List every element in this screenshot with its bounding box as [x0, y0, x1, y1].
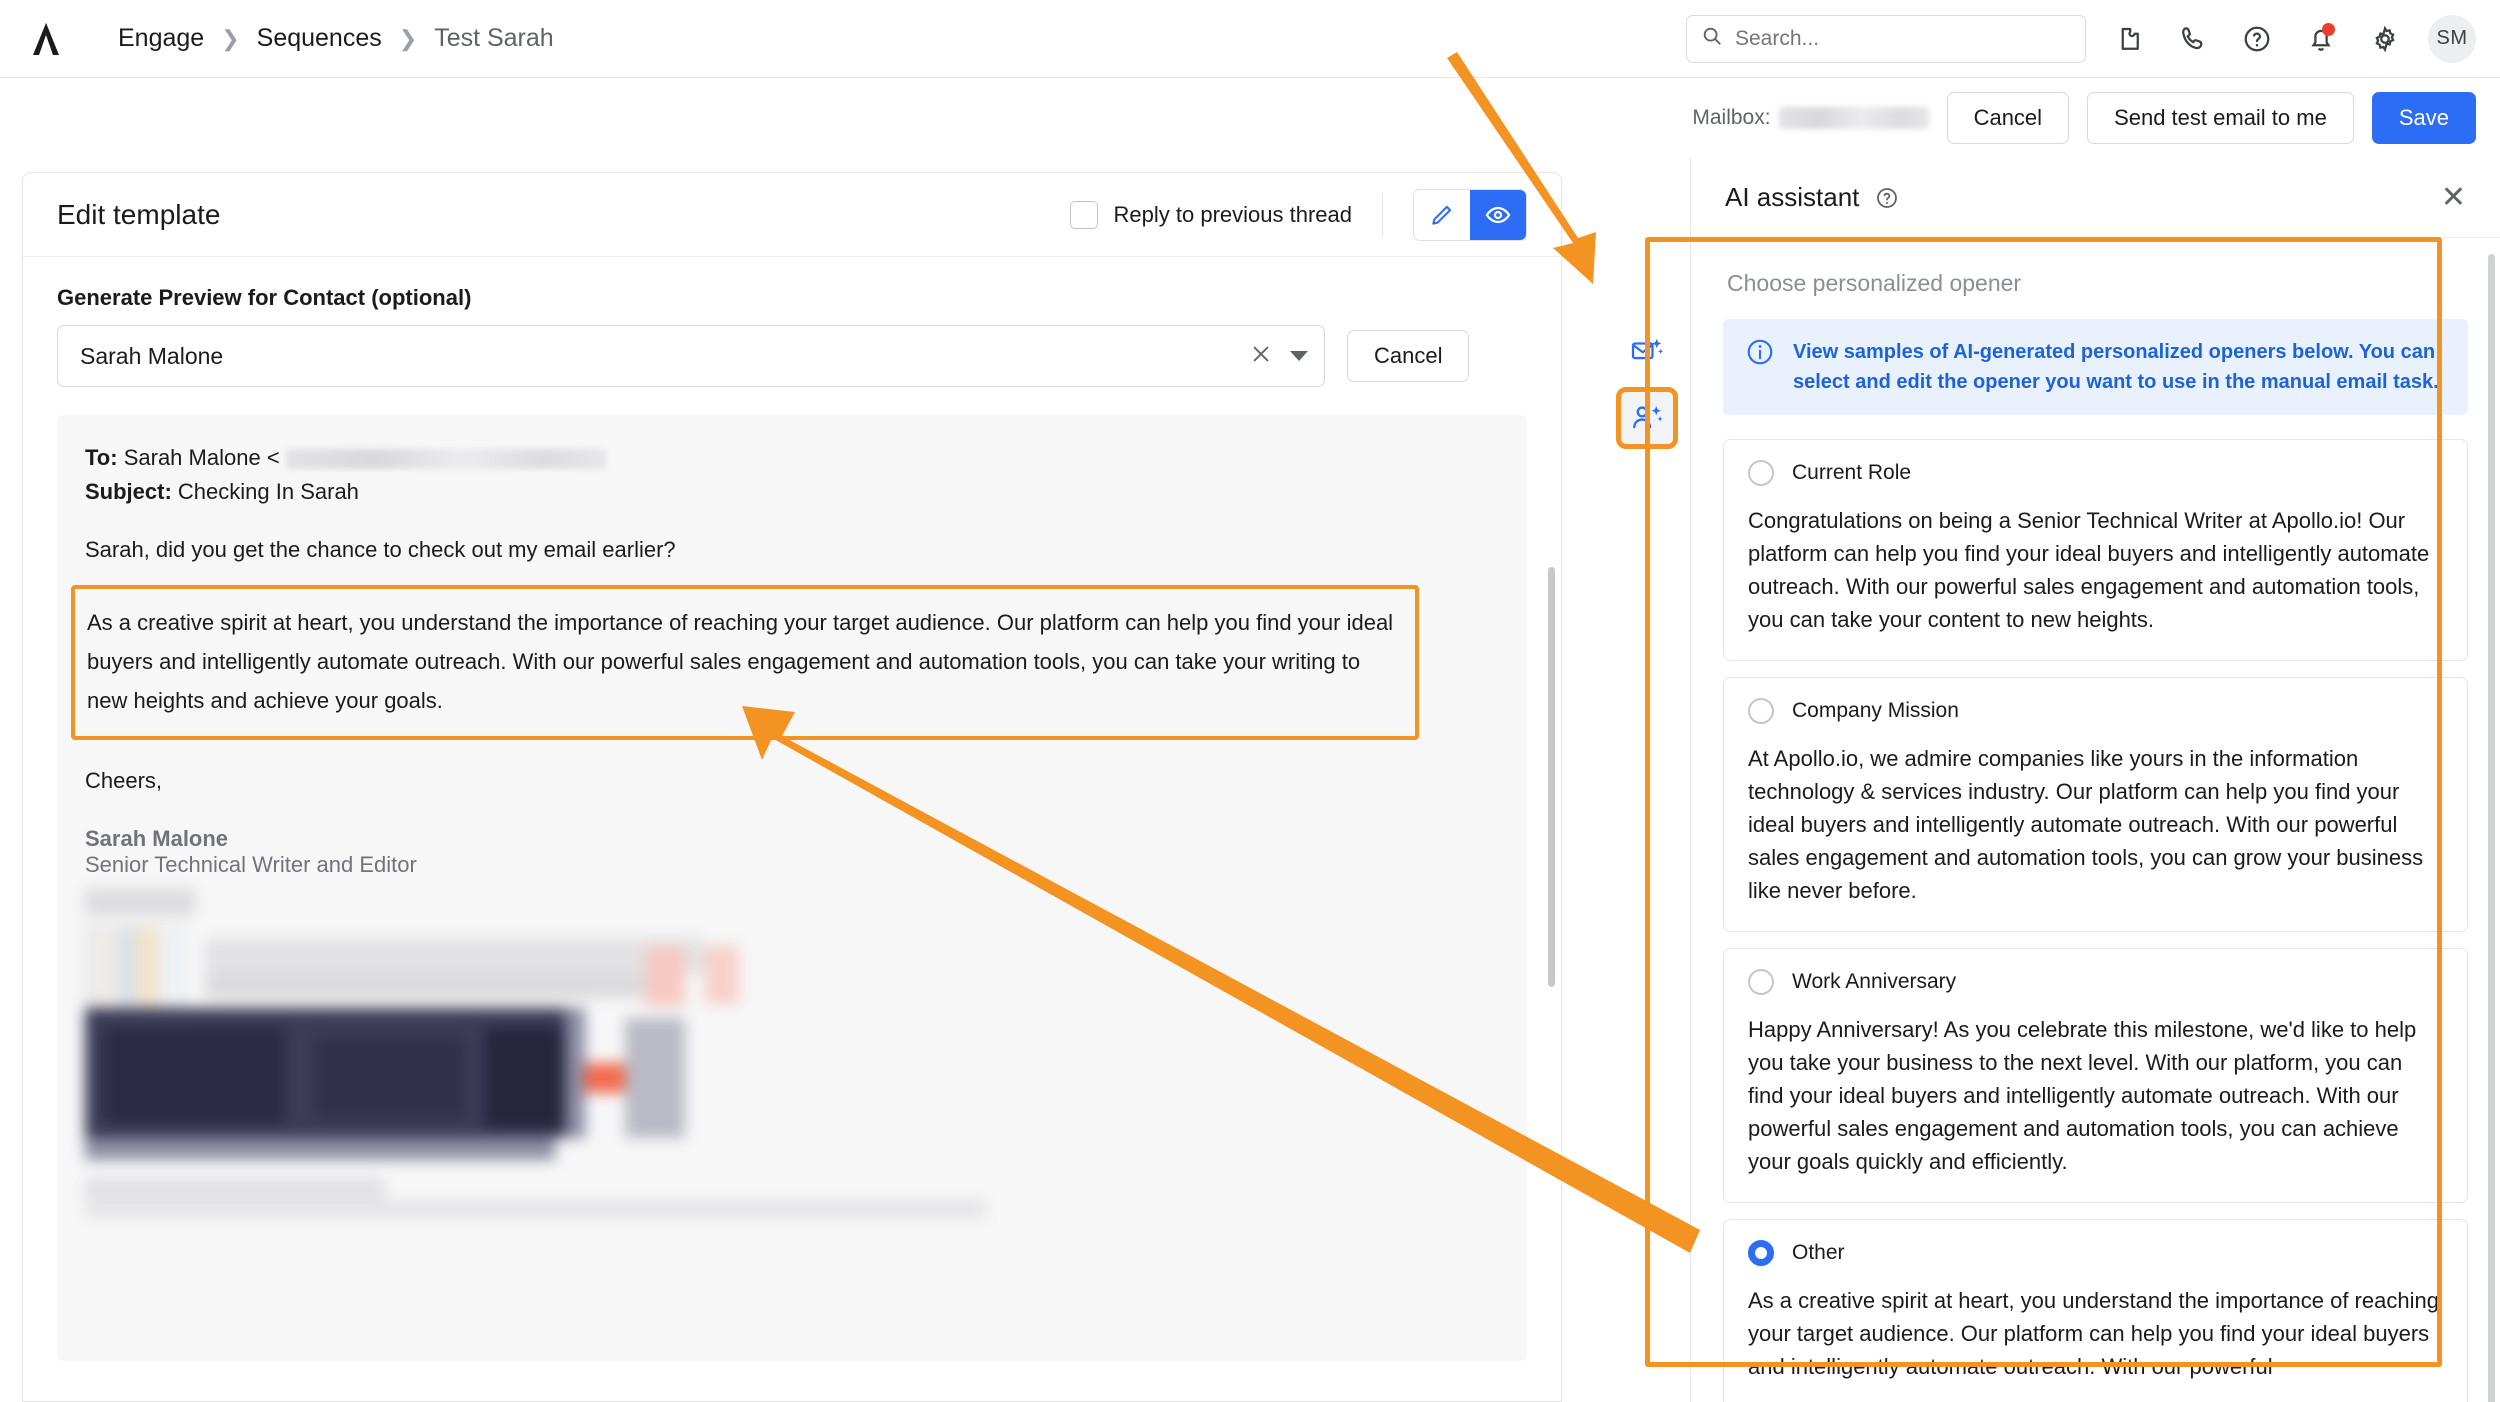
ai-assistant-title: AI assistant	[1725, 182, 1860, 212]
opener-option-header: Other	[1748, 1240, 2443, 1266]
ai-assistant-header: AI assistant ✕	[1691, 158, 2500, 238]
opener-option-radio[interactable]	[1748, 969, 1774, 995]
ai-panel-scrollbar[interactable]	[2488, 254, 2495, 1402]
save-button[interactable]: Save	[2371, 92, 2476, 144]
person-sparkle-icon[interactable]	[1616, 387, 1678, 449]
top-bar-actions: SM	[1686, 14, 2500, 63]
opener-option-card-selected[interactable]: Other As a creative spirit at heart, you…	[1723, 1219, 2468, 1402]
reply-to-previous-thread-checkbox[interactable]	[1069, 200, 1098, 229]
opener-option-label: Current Role	[1792, 461, 1912, 484]
editor-mode-toggle	[1413, 188, 1527, 241]
contact-row: Sarah Malone Cancel	[57, 325, 1527, 387]
opener-option-text: Happy Anniversary! As you celebrate this…	[1748, 1017, 2417, 1174]
mailbox-indicator: Mailbox:	[1692, 106, 1929, 130]
breadcrumb-item-engage[interactable]: Engage	[118, 24, 204, 53]
preview-to-label: To:	[85, 445, 118, 470]
mailbox-value-redacted	[1778, 107, 1929, 129]
puzzle-extension-icon[interactable]	[2108, 18, 2150, 60]
search-icon	[1701, 25, 1723, 52]
opener-option-header: Company Mission	[1748, 698, 2443, 724]
ai-assistant-body: Choose personalized opener View samples …	[1691, 238, 2500, 1402]
opener-option-label: Company Mission	[1792, 699, 1959, 722]
ai-panel-subtitle: Choose personalized opener	[1727, 270, 2022, 296]
opener-option-label: Work Anniversary	[1792, 970, 1957, 993]
page-title: Edit template	[57, 198, 221, 230]
help-circle-icon[interactable]	[1875, 186, 1899, 210]
contact-cancel-button[interactable]: Cancel	[1347, 330, 1470, 382]
editor-header-actions: Reply to previous thread	[1069, 188, 1527, 241]
preview-signature-name: Sarah Malone	[85, 826, 229, 851]
reply-to-previous-thread-label: Reply to previous thread	[1113, 201, 1352, 227]
preview-subject-line: Subject: Checking In Sarah	[85, 475, 1499, 509]
page-content: Edit template Reply to previous thread G…	[0, 158, 2500, 1402]
ai-assistant-panel: AI assistant ✕ Choose personalized opene…	[1690, 158, 2500, 1402]
breadcrumb-item-current: Test Sarah	[434, 24, 554, 52]
breadcrumb: Engage ❯ Sequences ❯ Test Sarah	[118, 24, 554, 53]
opener-option-card[interactable]: Work Anniversary Happy Anniversary! As y…	[1723, 948, 2468, 1203]
redacted-email	[285, 449, 606, 470]
chevron-down-icon[interactable]	[1290, 351, 1308, 361]
bell-notification-icon[interactable]	[2300, 18, 2342, 60]
contact-select-value: Sarah Malone	[80, 342, 224, 369]
close-x-icon[interactable]	[1250, 343, 1272, 370]
opener-option-radio[interactable]	[1748, 698, 1774, 724]
avatar[interactable]: SM	[2428, 14, 2476, 63]
close-icon[interactable]: ✕	[2441, 182, 2466, 213]
opener-option-card[interactable]: Company Mission At Apollo.io, we admire …	[1723, 677, 2468, 932]
preview-opener-text: As a creative spirit at heart, you under…	[87, 610, 1394, 713]
breadcrumb-separator-icon: ❯	[221, 25, 240, 51]
send-test-email-button[interactable]: Send test email to me	[2087, 92, 2354, 144]
edit-template-header: Edit template Reply to previous thread	[23, 173, 1561, 257]
top-navigation-bar: Engage ❯ Sequences ❯ Test Sarah Search..…	[0, 0, 2500, 78]
edit-template-body: Generate Preview for Contact (optional) …	[23, 257, 1561, 1401]
mailbox-label: Mailbox:	[1692, 106, 1771, 129]
editor-region: Edit template Reply to previous thread G…	[0, 158, 1604, 1402]
gear-icon[interactable]	[2364, 18, 2406, 60]
contact-select[interactable]: Sarah Malone	[57, 325, 1325, 387]
breadcrumb-separator-icon: ❯	[398, 25, 418, 51]
opener-option-card[interactable]: Current Role Congratulations on being a …	[1723, 439, 2468, 661]
email-sparkle-icon[interactable]	[1621, 326, 1673, 378]
opener-option-header: Work Anniversary	[1748, 969, 2443, 995]
opener-option-radio[interactable]	[1748, 460, 1774, 486]
opener-option-text: As a creative spirit at heart, you under…	[1748, 1288, 2439, 1379]
preview-signature-role: Senior Technical Writer and Editor	[85, 852, 417, 877]
opener-option-radio-selected[interactable]	[1748, 1240, 1774, 1266]
opener-option-header: Current Role	[1748, 460, 2443, 486]
preview-signoff: Cheers,	[85, 768, 163, 793]
edit-template-card: Edit template Reply to previous thread G…	[22, 172, 1562, 1402]
preview-to-line: To: Sarah Malone <	[85, 441, 1499, 475]
breadcrumb-item-sequences[interactable]: Sequences	[257, 24, 382, 53]
preview-to-name: Sarah Malone	[123, 445, 261, 470]
editor-scrollbar[interactable]	[1548, 567, 1555, 987]
ai-tool-rail	[1604, 158, 1690, 1402]
cancel-button[interactable]: Cancel	[1946, 92, 2070, 144]
preview-to-email-redacted: <	[266, 445, 280, 470]
preview-subject-value: Checking In Sarah	[177, 479, 359, 504]
help-circle-icon[interactable]	[2236, 18, 2278, 60]
notification-dot	[2322, 22, 2335, 36]
reply-to-previous-thread-row[interactable]: Reply to previous thread	[1069, 200, 1352, 229]
info-banner: View samples of AI-generated personalize…	[1723, 319, 2468, 415]
info-circle-icon	[1745, 337, 1775, 372]
opener-option-label: Other	[1792, 1241, 1845, 1264]
preview-intro-line: Sarah, did you get the chance to check o…	[85, 537, 676, 562]
opener-option-text: Congratulations on being a Senior Techni…	[1748, 508, 2430, 632]
email-preview: To: Sarah Malone < Subject: Checking In …	[57, 415, 1527, 1361]
pencil-icon[interactable]	[1414, 189, 1470, 240]
template-action-toolbar: Mailbox: Cancel Send test email to me Sa…	[0, 78, 2500, 158]
contact-field-label: Generate Preview for Contact (optional)	[57, 285, 472, 310]
phone-icon[interactable]	[2172, 18, 2214, 60]
search-input[interactable]	[1733, 25, 2071, 52]
info-banner-text: View samples of AI-generated personalize…	[1793, 341, 2439, 393]
search-box[interactable]	[1686, 14, 2086, 63]
apollo-logo-icon[interactable]	[22, 15, 70, 63]
signature-image-redacted	[85, 888, 1499, 1223]
eye-icon[interactable]	[1470, 189, 1526, 240]
opener-option-text: At Apollo.io, we admire companies like y…	[1748, 746, 2424, 903]
divider	[1382, 192, 1383, 237]
preview-subject-label: Subject:	[85, 479, 172, 504]
preview-opener-paragraph-highlight: As a creative spirit at heart, you under…	[71, 585, 1419, 740]
contact-select-controls	[1250, 343, 1308, 370]
